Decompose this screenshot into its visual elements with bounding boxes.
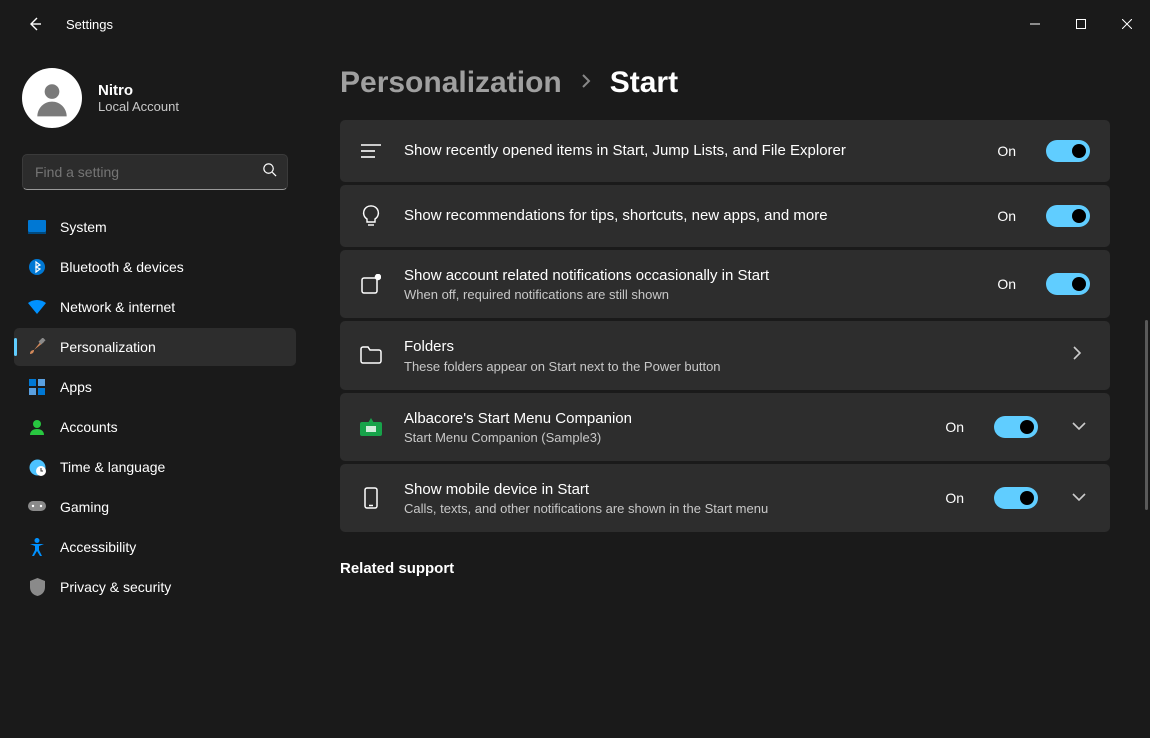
setting-title: Show recently opened items in Start, Jum… (404, 141, 977, 161)
display-icon (28, 218, 46, 236)
toggle-status: On (945, 490, 964, 506)
sidebar-item-system[interactable]: System (14, 208, 296, 246)
setting-folders[interactable]: Folders These folders appear on Start ne… (340, 321, 1110, 389)
toggle-status: On (997, 143, 1016, 159)
breadcrumb-current: Start (610, 66, 678, 100)
user-name: Nitro (98, 82, 179, 99)
list-icon (358, 143, 384, 159)
sidebar-item-privacy[interactable]: Privacy & security (14, 568, 296, 606)
avatar (22, 68, 82, 128)
sidebar-item-label: Accessibility (60, 539, 136, 555)
search-input[interactable] (33, 163, 262, 181)
nav-list: System Bluetooth & devices Network & int… (8, 208, 302, 606)
sidebar-item-apps[interactable]: Apps (14, 368, 296, 406)
setting-mobile-device[interactable]: Show mobile device in Start Calls, texts… (340, 464, 1110, 532)
clock-globe-icon (28, 458, 46, 476)
setting-title: Folders (404, 337, 1038, 357)
lightbulb-icon (358, 205, 384, 227)
chevron-down-icon[interactable] (1072, 489, 1090, 507)
maximize-icon (1076, 19, 1086, 29)
person-icon (28, 418, 46, 436)
sidebar-item-label: Personalization (60, 339, 156, 355)
toggle-status: On (997, 276, 1016, 292)
setting-title: Show mobile device in Start (404, 480, 925, 500)
apps-icon (28, 378, 46, 396)
paintbrush-icon (28, 338, 46, 356)
setting-recent-items[interactable]: Show recently opened items in Start, Jum… (340, 120, 1110, 182)
sidebar: Nitro Local Account System Bluetooth & d… (0, 48, 310, 738)
setting-account-notifications[interactable]: Show account related notifications occas… (340, 250, 1110, 318)
setting-subtitle: When off, required notifications are sti… (404, 287, 977, 302)
sidebar-item-label: Time & language (60, 459, 165, 475)
setting-subtitle: Calls, texts, and other notifications ar… (404, 501, 925, 516)
settings-list: Show recently opened items in Start, Jum… (340, 120, 1110, 532)
user-icon (30, 76, 74, 120)
sidebar-item-label: Bluetooth & devices (60, 259, 184, 275)
close-button[interactable] (1104, 8, 1150, 40)
sidebar-item-label: System (60, 219, 107, 235)
gamepad-icon (28, 498, 46, 516)
back-button[interactable] (20, 9, 50, 39)
sidebar-item-label: Privacy & security (60, 579, 171, 595)
sidebar-item-network[interactable]: Network & internet (14, 288, 296, 326)
sidebar-item-personalization[interactable]: Personalization (14, 328, 296, 366)
back-arrow-icon (27, 16, 43, 32)
titlebar: Settings (0, 0, 1150, 48)
minimize-icon (1030, 19, 1040, 29)
shield-icon (28, 578, 46, 596)
sidebar-item-gaming[interactable]: Gaming (14, 488, 296, 526)
related-support-heading: Related support (340, 560, 1110, 577)
sidebar-item-bluetooth[interactable]: Bluetooth & devices (14, 248, 296, 286)
setting-title: Albacore's Start Menu Companion (404, 409, 925, 429)
search-box[interactable] (22, 154, 288, 190)
phone-icon (358, 487, 384, 509)
breadcrumb-parent[interactable]: Personalization (340, 66, 562, 100)
sidebar-item-label: Apps (60, 379, 92, 395)
setting-title: Show recommendations for tips, shortcuts… (404, 206, 977, 226)
chevron-down-icon[interactable] (1072, 418, 1090, 436)
toggle-status: On (945, 419, 964, 435)
accessibility-icon (28, 538, 46, 556)
toggle-switch[interactable] (994, 416, 1038, 438)
search-icon (262, 162, 277, 182)
square-badge-icon (358, 274, 384, 294)
maximize-button[interactable] (1058, 8, 1104, 40)
toggle-switch[interactable] (1046, 140, 1090, 162)
setting-recommendations[interactable]: Show recommendations for tips, shortcuts… (340, 185, 1110, 247)
close-icon (1122, 19, 1132, 29)
toggle-status: On (997, 208, 1016, 224)
toggle-switch[interactable] (994, 487, 1038, 509)
setting-subtitle: These folders appear on Start next to th… (404, 359, 1038, 374)
folder-icon (358, 346, 384, 364)
user-type: Local Account (98, 99, 179, 114)
sidebar-item-accessibility[interactable]: Accessibility (14, 528, 296, 566)
setting-title: Show account related notifications occas… (404, 266, 977, 286)
setting-subtitle: Start Menu Companion (Sample3) (404, 430, 925, 445)
sidebar-item-time[interactable]: Time & language (14, 448, 296, 486)
breadcrumb: Personalization Start (340, 66, 1110, 100)
app-title: Settings (66, 17, 113, 32)
profile-block[interactable]: Nitro Local Account (8, 60, 302, 148)
chevron-right-icon (580, 73, 592, 94)
wifi-icon (28, 298, 46, 316)
main-content: Personalization Start Show recently open… (310, 48, 1150, 738)
window-controls (1012, 8, 1150, 40)
scrollbar-thumb[interactable] (1145, 320, 1148, 510)
toggle-switch[interactable] (1046, 273, 1090, 295)
bluetooth-icon (28, 258, 46, 276)
sidebar-item-accounts[interactable]: Accounts (14, 408, 296, 446)
sidebar-item-label: Accounts (60, 419, 118, 435)
sidebar-item-label: Gaming (60, 499, 109, 515)
chevron-right-icon (1072, 346, 1090, 365)
companion-app-icon (358, 418, 384, 436)
setting-start-companion[interactable]: Albacore's Start Menu Companion Start Me… (340, 393, 1110, 461)
minimize-button[interactable] (1012, 8, 1058, 40)
sidebar-item-label: Network & internet (60, 299, 175, 315)
toggle-switch[interactable] (1046, 205, 1090, 227)
